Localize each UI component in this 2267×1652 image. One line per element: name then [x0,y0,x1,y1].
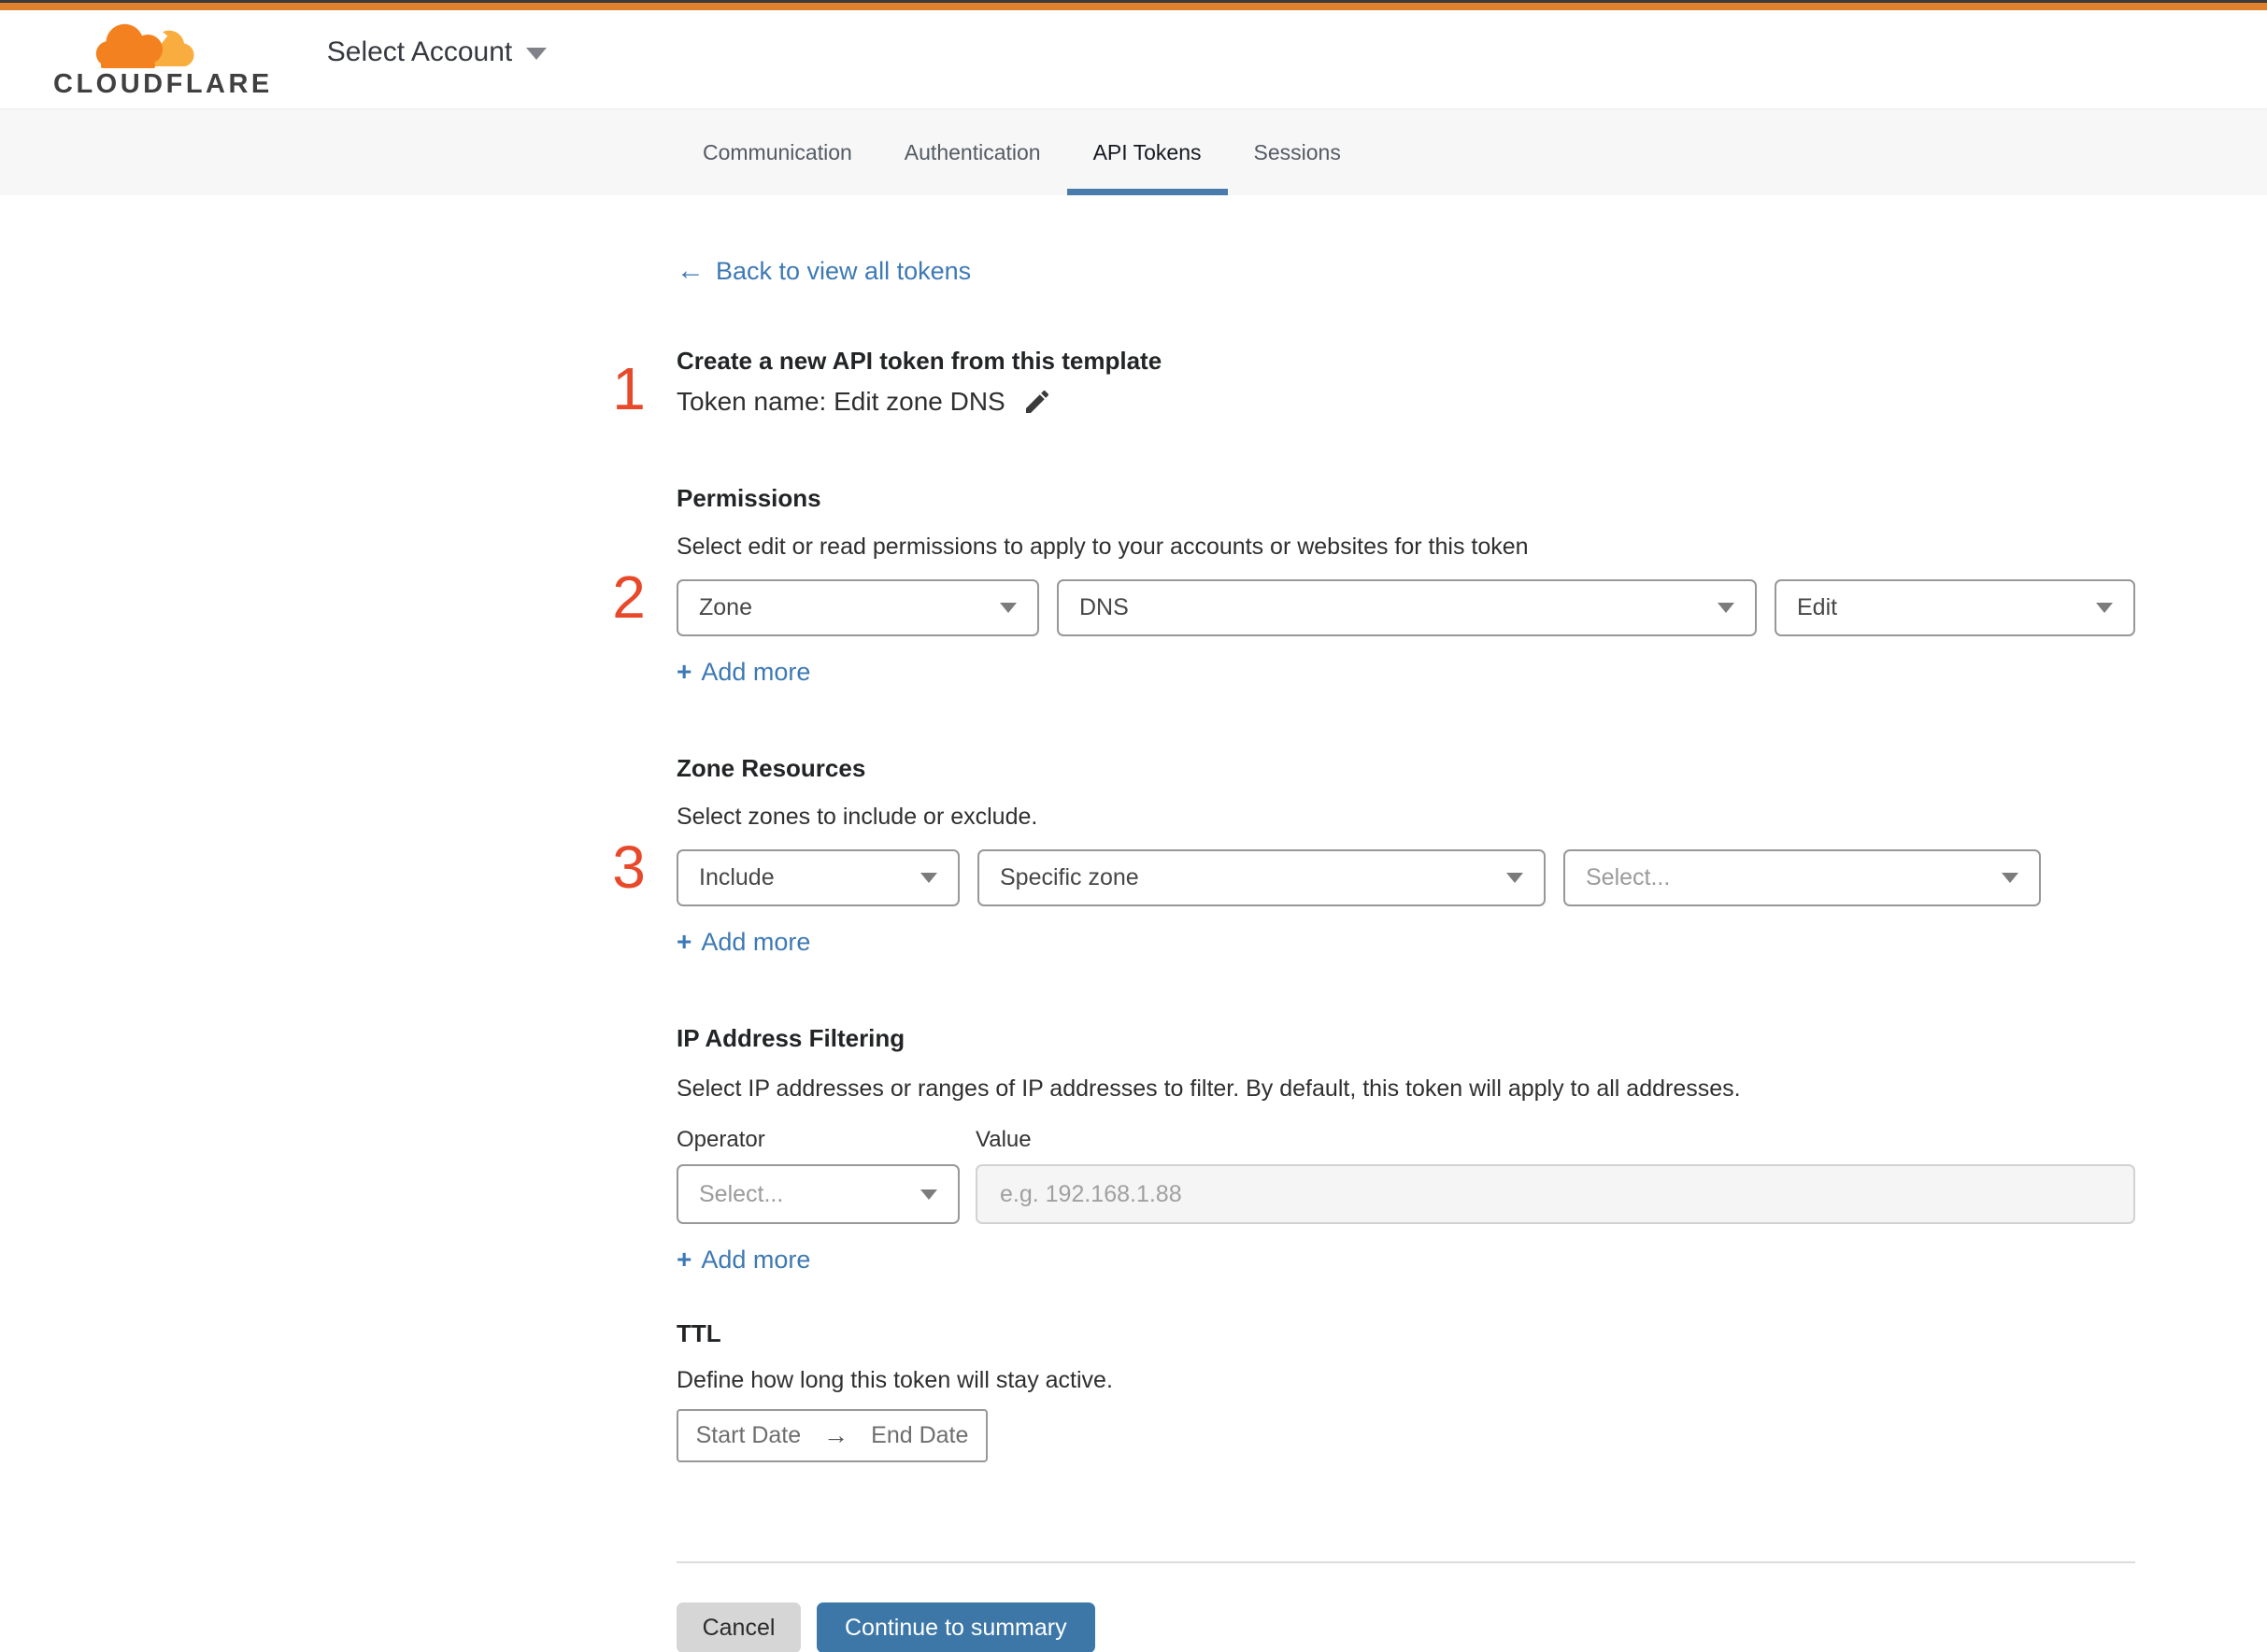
permission-scope-select[interactable]: Zone [677,579,1039,636]
value-label: Value [976,1127,1032,1152]
back-to-tokens-link[interactable]: ← Back to view all tokens [677,255,971,287]
dropdown-caret-icon [2002,873,2018,883]
cancel-button[interactable]: Cancel [677,1602,801,1652]
chevron-down-icon [526,48,548,60]
operator-label: Operator [677,1127,765,1152]
section-heading: Zone Resources [677,754,866,782]
ip-value-input [976,1164,2135,1224]
select-value: Zone [699,594,752,620]
tab-api-tokens[interactable]: API Tokens [1066,109,1228,195]
section-heading: Permissions [677,484,821,512]
cloudflare-wordmark: CLOUDFLARE [53,68,273,99]
start-date-placeholder: Start Date [695,1422,802,1448]
tab-navigation: Communication Authentication API Tokens … [0,108,2267,195]
arrow-left-icon: ← [677,255,705,286]
section-description: Select zones to include or exclude. [677,804,1038,830]
ip-filtering-section: IP Address Filtering Select IP addresses… [677,1024,2135,1275]
tab-label: Sessions [1253,139,1341,164]
step-number-2: 2 [612,563,646,631]
section-description: Select IP addresses or ranges of IP addr… [677,1075,1741,1102]
ip-filtering-add-more-link[interactable]: + Add more [677,1245,810,1275]
app-header: CLOUDFLARE Select Account [0,10,2267,108]
ttl-section: TTL Define how long this token will stay… [677,1319,2135,1462]
permissions-add-more-link[interactable]: + Add more [677,657,810,687]
cloudflare-cloud-icon [95,23,194,68]
plus-icon: + [677,1245,692,1274]
token-name-text: Token name: Edit zone DNS [677,387,1005,416]
permission-access-select[interactable]: Edit [1775,579,2135,636]
dropdown-caret-icon [920,1189,937,1200]
select-value: Specific zone [1000,864,1139,890]
tab-label: Authentication [904,139,1041,164]
dropdown-caret-icon [1718,603,1734,613]
account-selector-label: Select Account [326,36,513,67]
section-description: Select edit or read permissions to apply… [677,534,1529,560]
brand-accent-bar [0,3,2267,10]
select-value: Include [699,864,775,890]
select-placeholder: Select... [699,1180,784,1207]
edit-pencil-icon[interactable] [1022,387,1052,417]
ip-operator-select[interactable]: Select... [677,1164,960,1224]
select-value: Edit [1797,594,1838,620]
tab-sessions[interactable]: Sessions [1228,109,1367,195]
zone-resources-section: Zone Resources Select zones to include o… [612,754,2135,957]
back-link-label: Back to view all tokens [716,256,972,285]
plus-icon: + [677,927,692,956]
dropdown-caret-icon [1000,603,1017,613]
tab-communication[interactable]: Communication [677,109,878,195]
section-heading: IP Address Filtering [677,1024,905,1052]
add-more-label: Add more [701,657,811,686]
section-heading: TTL [677,1319,721,1347]
add-more-label: Add more [701,1245,811,1274]
dropdown-caret-icon [2096,603,2113,613]
form-actions: Cancel Continue to summary [677,1602,2135,1652]
step-number-3: 3 [612,833,646,901]
zone-mode-select[interactable]: Include [677,849,960,906]
arrow-right-icon: → [823,1421,849,1449]
permissions-section: Permissions Select edit or read permissi… [612,484,2135,687]
tab-label: API Tokens [1092,139,1202,164]
dropdown-caret-icon [1506,873,1523,883]
cloudflare-logo[interactable]: CLOUDFLARE [53,20,273,100]
section-description: Define how long this token will stay act… [677,1367,1113,1393]
token-template-form: ← Back to view all tokens 1 Create a new… [612,195,2135,1652]
permission-resource-select[interactable]: DNS [1057,579,1757,636]
end-date-placeholder: End Date [871,1422,969,1448]
zone-type-select[interactable]: Specific zone [977,849,1546,906]
select-placeholder: Select... [1586,864,1671,890]
continue-to-summary-button[interactable]: Continue to summary [817,1602,1095,1652]
plus-icon: + [677,657,692,686]
ttl-date-range-picker[interactable]: Start Date → End Date [677,1409,988,1462]
account-selector[interactable]: Select Account [326,36,548,68]
section-heading: Create a new API token from this templat… [677,347,1162,375]
zone-picker-select[interactable]: Select... [1563,849,2041,906]
tab-label: Communication [703,139,852,164]
add-more-label: Add more [701,927,811,956]
zone-resources-add-more-link[interactable]: + Add more [677,927,810,957]
step-number-1: 1 [612,355,646,422]
dropdown-caret-icon [920,873,937,883]
token-name-section: 1 Create a new API token from this templ… [612,347,2135,420]
tab-authentication[interactable]: Authentication [878,109,1067,195]
select-value: DNS [1079,594,1129,620]
footer-divider [677,1561,2135,1563]
